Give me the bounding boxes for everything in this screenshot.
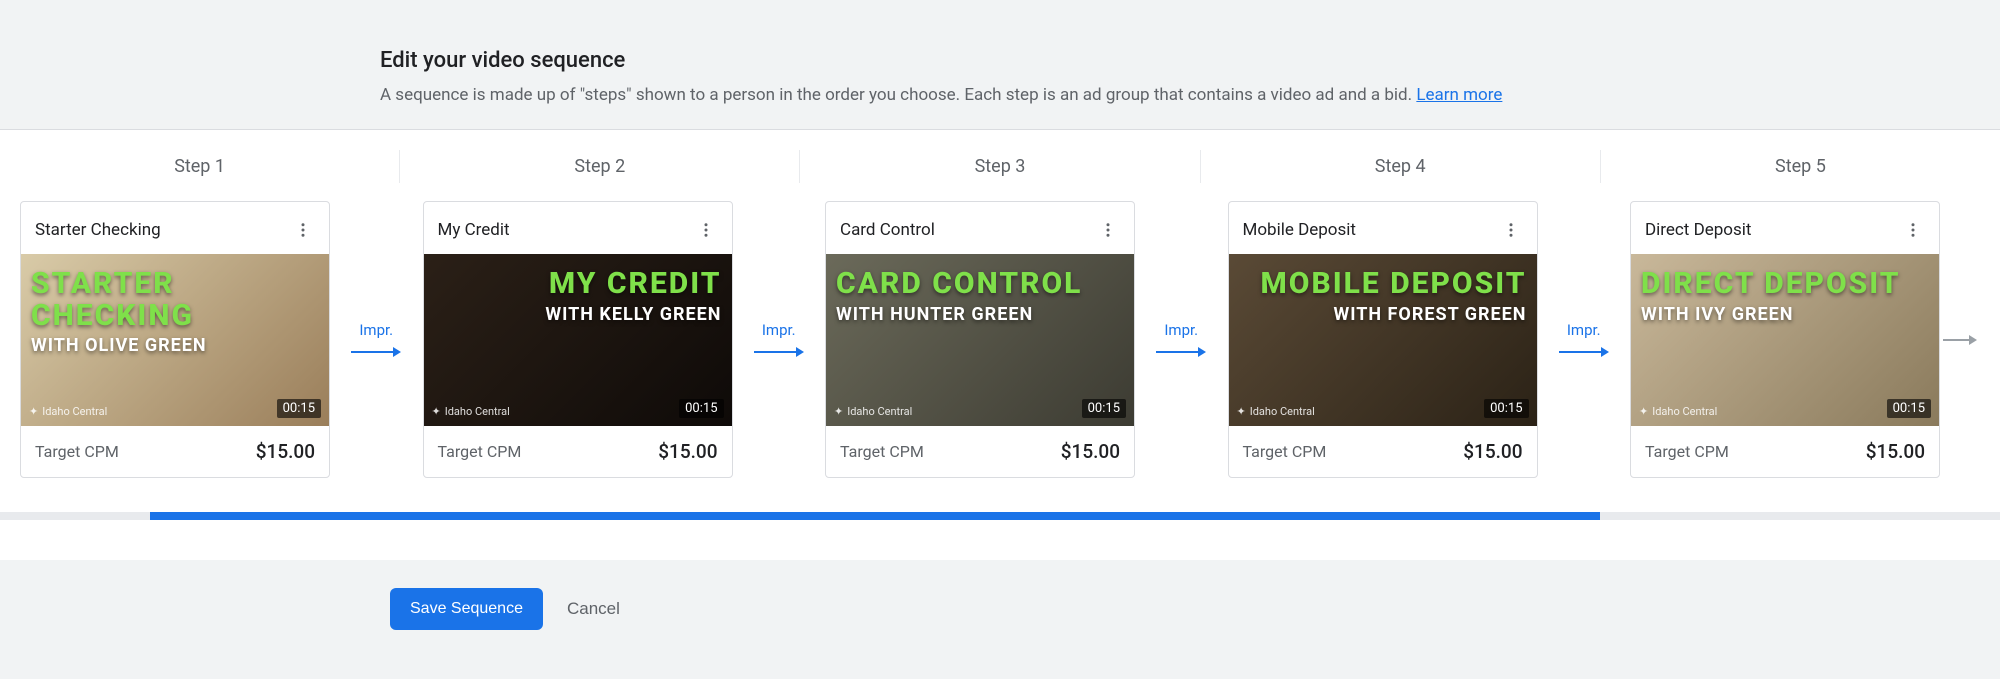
card-title: My Credit xyxy=(438,220,510,240)
brand-logo-badge: ✦Idaho Central xyxy=(1237,405,1315,418)
cancel-button[interactable]: Cancel xyxy=(567,599,620,619)
footer-actions: Save Sequence Cancel xyxy=(0,560,2000,670)
step-label: Step 4 xyxy=(1201,150,1601,183)
scroll-indicator-thumb[interactable] xyxy=(150,512,1600,520)
video-thumbnail[interactable]: MOBILE DEPOSIT WITH FOREST GREEN ✦Idaho … xyxy=(1229,254,1537,426)
video-thumbnail[interactable]: DIRECT DEPOSIT WITH IVY GREEN ✦Idaho Cen… xyxy=(1631,254,1939,426)
sequence-arrow: Impr. xyxy=(1135,321,1228,359)
arrow-right-icon xyxy=(1156,345,1206,359)
target-cpm-label: Target CPM xyxy=(1243,442,1327,461)
video-thumbnail[interactable]: CARD CONTROL WITH HUNTER GREEN ✦Idaho Ce… xyxy=(826,254,1134,426)
target-cpm-label: Target CPM xyxy=(35,442,119,461)
save-button[interactable]: Save Sequence xyxy=(390,588,543,630)
brand-logo-badge: ✦Idaho Central xyxy=(1639,405,1717,418)
sequence-arrow: Impr. xyxy=(733,321,826,359)
duration-badge: 00:15 xyxy=(1887,399,1931,418)
more-options-icon[interactable] xyxy=(289,216,317,244)
target-cpm-label: Target CPM xyxy=(1645,442,1729,461)
card-title: Direct Deposit xyxy=(1645,220,1751,240)
description-text: A sequence is made up of "steps" shown t… xyxy=(380,85,1412,105)
page-description: A sequence is made up of "steps" shown t… xyxy=(380,85,2000,105)
card-title: Mobile Deposit xyxy=(1243,220,1356,240)
step-label: Step 1 xyxy=(0,150,400,183)
step-labels-row: Step 1 Step 2 Step 3 Step 4 Step 5 xyxy=(0,130,2000,193)
target-cpm-value: $15.00 xyxy=(1463,440,1522,463)
arrow-label: Impr. xyxy=(1164,321,1198,339)
arrow-right-icon xyxy=(1559,345,1609,359)
more-options-icon[interactable] xyxy=(1094,216,1122,244)
step-label: Step 2 xyxy=(400,150,800,183)
duration-badge: 00:15 xyxy=(1484,399,1528,418)
thumb-headline: DIRECT DEPOSIT xyxy=(1641,268,1929,300)
step-card[interactable]: Mobile Deposit MOBILE DEPOSIT WITH FORES… xyxy=(1228,201,1538,478)
arrow-right-icon xyxy=(1943,334,1977,346)
card-title: Starter Checking xyxy=(35,220,161,240)
duration-badge: 00:15 xyxy=(1082,399,1126,418)
sequence-arrow: Impr. xyxy=(1538,321,1631,359)
step-label: Step 5 xyxy=(1601,150,2000,183)
thumb-headline: STARTER CHECKING xyxy=(31,268,319,331)
video-thumbnail[interactable]: MY CREDIT WITH KELLY GREEN ✦Idaho Centra… xyxy=(424,254,732,426)
brand-logo-badge: ✦Idaho Central xyxy=(29,405,107,418)
learn-more-link[interactable]: Learn more xyxy=(1416,85,1502,105)
arrow-right-icon xyxy=(754,345,804,359)
duration-badge: 00:15 xyxy=(679,399,723,418)
cards-row: Starter Checking STARTER CHECKING WITH O… xyxy=(0,193,2000,478)
thumb-subline: WITH IVY GREEN xyxy=(1641,304,1929,325)
target-cpm-value: $15.00 xyxy=(658,440,717,463)
step-label: Step 3 xyxy=(800,150,1200,183)
scroll-indicator[interactable] xyxy=(0,512,2000,520)
thumb-subline: WITH FOREST GREEN xyxy=(1239,304,1527,325)
step-card[interactable]: My Credit MY CREDIT WITH KELLY GREEN ✦Id… xyxy=(423,201,733,478)
thumb-subline: WITH KELLY GREEN xyxy=(434,304,722,325)
step-card[interactable]: Card Control CARD CONTROL WITH HUNTER GR… xyxy=(825,201,1135,478)
page-title: Edit your video sequence xyxy=(380,48,2000,73)
video-thumbnail[interactable]: STARTER CHECKING WITH OLIVE GREEN ✦Idaho… xyxy=(21,254,329,426)
step-card[interactable]: Direct Deposit DIRECT DEPOSIT WITH IVY G… xyxy=(1630,201,1940,478)
target-cpm-label: Target CPM xyxy=(840,442,924,461)
trailing-arrow xyxy=(1940,334,1980,346)
arrow-label: Impr. xyxy=(762,321,796,339)
target-cpm-value: $15.00 xyxy=(256,440,315,463)
brand-logo-badge: ✦Idaho Central xyxy=(432,405,510,418)
more-options-icon[interactable] xyxy=(692,216,720,244)
thumb-headline: CARD CONTROL xyxy=(836,268,1124,300)
brand-logo-badge: ✦Idaho Central xyxy=(834,405,912,418)
target-cpm-value: $15.00 xyxy=(1061,440,1120,463)
sequence-area: Step 1 Step 2 Step 3 Step 4 Step 5 Start… xyxy=(0,129,2000,560)
arrow-right-icon xyxy=(351,345,401,359)
header: Edit your video sequence A sequence is m… xyxy=(0,0,2000,129)
sequence-arrow: Impr. xyxy=(330,321,423,359)
arrow-label: Impr. xyxy=(1567,321,1601,339)
thumb-subline: WITH OLIVE GREEN xyxy=(31,335,319,356)
duration-badge: 00:15 xyxy=(277,399,321,418)
step-card[interactable]: Starter Checking STARTER CHECKING WITH O… xyxy=(20,201,330,478)
card-title: Card Control xyxy=(840,220,935,240)
thumb-headline: MY CREDIT xyxy=(434,268,722,300)
thumb-subline: WITH HUNTER GREEN xyxy=(836,304,1124,325)
more-options-icon[interactable] xyxy=(1899,216,1927,244)
arrow-label: Impr. xyxy=(359,321,393,339)
target-cpm-value: $15.00 xyxy=(1866,440,1925,463)
thumb-headline: MOBILE DEPOSIT xyxy=(1239,268,1527,300)
more-options-icon[interactable] xyxy=(1497,216,1525,244)
target-cpm-label: Target CPM xyxy=(438,442,522,461)
